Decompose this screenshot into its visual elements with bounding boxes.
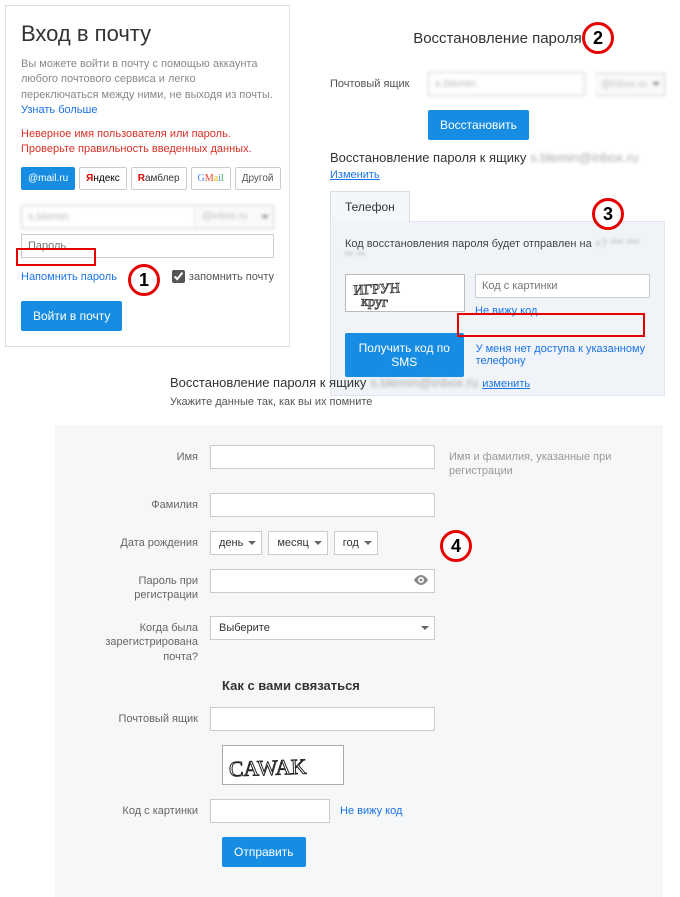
reg-pw-input[interactable] [210,569,435,593]
eye-icon[interactable] [413,574,429,588]
reg-when-label: Когда была зарегистрирована почта? [75,616,210,664]
form-head: Восстановление пароля к ящику s.blemin@i… [170,375,650,408]
recovery-form: Имя Имя и фамилия, указанные при регистр… [55,425,663,897]
surname-label: Фамилия [75,493,210,512]
recover-phone-info: Код восстановления пароля будет отправле… [345,238,650,262]
recover-mailbox-row: Почтовый ящик s.blemin @inbox.ru [330,72,665,96]
code-input[interactable] [210,799,330,823]
dob-day-text: день [219,537,243,549]
provider-gmail-button[interactable]: GMailGMail [191,167,231,190]
recover-phone-title-prefix: Восстановление пароля к ящику [330,150,526,165]
code-label: Код с картинки [75,799,210,818]
annotation-step-1: 1 [128,264,160,296]
contact-section-header: Как с вами связаться [222,678,643,693]
svg-text:круг: круг [361,294,388,311]
remember-mail-check[interactable] [172,270,185,283]
recover-phone-info-pre: Код восстановления пароля будет отправле… [345,238,595,250]
tab-phone-body: Код восстановления пароля будет отправле… [330,221,665,396]
annotation-step-4: 4 [440,530,472,562]
reg-pw-label: Пароль при регистрации [75,569,210,603]
captcha-image-2: CAWAK [222,745,344,785]
annotation-step-2-num: 2 [593,28,603,49]
dob-month-select[interactable]: месяц [268,531,327,555]
provider-yandex-button[interactable]: ЯЯндексндекс [79,167,127,190]
dob-year-select[interactable]: год [334,531,378,555]
login-error: Неверное имя пользователя или пароль. Пр… [21,127,274,158]
recover-phone-mailbox: s.blemin@inbox.ru [530,150,638,165]
contact-mail-input[interactable] [210,707,435,731]
recover-user-input[interactable]: s.blemin [428,72,585,96]
login-intro: Вы можете войти в почту с помощью аккаун… [21,57,274,119]
caret-icon [248,541,256,549]
captcha-image: ИГРУН круг [345,274,465,312]
recover-phone-panel: Восстановление пароля к ящику s.blemin@i… [330,150,665,396]
get-sms-code-button[interactable]: Получить код по SMS [345,333,464,377]
dob-month-text: месяц [277,537,308,549]
dob-label: Дата рождения [75,531,210,550]
form-submit-button[interactable]: Отправить [222,837,306,867]
tab-phone[interactable]: Телефон [330,191,410,222]
login-user-input[interactable]: s.blemin [21,205,196,229]
login-learn-more-link[interactable]: Узнать больше [21,104,97,116]
name-label: Имя [75,445,210,464]
form-title: Восстановление пароля к ящику s.blemin@i… [170,375,650,390]
provider-row: @mail.ru ЯЯндексндекс RамблерРамблер GMa… [21,167,274,190]
name-input[interactable] [210,445,435,469]
reg-when-text: Выберите [219,622,270,634]
caret-icon [421,626,429,634]
recover-mailbox-label: Почтовый ящик [330,78,418,90]
recover-title: Восстановление пароля [330,30,665,47]
dob-day-select[interactable]: день [210,531,262,555]
dob-year-text: год [343,537,359,549]
caret-icon [314,541,322,549]
recover-panel: Восстановление пароля Почтовый ящик s.bl… [330,30,665,140]
annotation-step-1-num: 1 [139,270,149,291]
annotation-step-3-num: 3 [603,204,613,225]
recover-submit-button[interactable]: Восстановить [428,110,529,140]
remind-password-link[interactable]: Напомнить пароль [21,271,117,283]
provider-rambler-button[interactable]: RамблерРамблер [131,167,187,190]
login-title: Вход в почту [21,21,274,47]
annotation-step-2: 2 [582,22,614,54]
remember-mail-label: запомнить почту [189,271,274,283]
no-phone-access-link[interactable]: У меня нет доступа к указанному телефону [476,343,650,367]
login-intro-text: Вы можете войти в почту с помощью аккаун… [21,58,273,101]
form-change-link[interactable]: изменить [482,378,530,390]
captcha-row: ИГРУН круг Не вижу код [345,274,650,317]
surname-input[interactable] [210,493,435,517]
annotation-step-4-num: 4 [451,536,461,557]
remember-mail-checkbox[interactable]: запомнить почту [172,270,274,283]
annotation-redbox-remind [16,248,96,266]
svg-text:CAWAK: CAWAK [229,755,308,782]
login-domain-select[interactable]: @inbox.ru [196,205,274,229]
login-submit-button[interactable]: Войти в почту [21,301,122,331]
captcha-cant-see-link-2[interactable]: Не вижу код [340,805,402,817]
recover-phone-head: Восстановление пароля к ящику s.blemin@i… [330,150,665,181]
login-card: Вход в почту Вы можете войти в почту с п… [5,5,290,347]
form-title-prefix: Восстановление пароля к ящику [170,375,366,390]
form-subtitle: Укажите данные так, как вы их помните [170,396,650,408]
caret-icon [364,541,372,549]
recover-phone-change-link[interactable]: Изменить [330,169,380,181]
captcha-input[interactable] [475,274,650,298]
recover-domain-select[interactable]: @inbox.ru [595,73,665,96]
login-user-row: s.blemin @inbox.ru [21,205,274,229]
reg-when-select[interactable]: Выберите [210,616,435,640]
contact-mail-label: Почтовый ящик [75,707,210,726]
annotation-redbox-noaccess [457,313,645,337]
name-hint: Имя и фамилия, указанные при регистрации [435,445,643,479]
annotation-step-3: 3 [592,198,624,230]
provider-mailru-button[interactable]: @mail.ru [21,167,75,190]
provider-other-button[interactable]: Другой [235,167,281,190]
form-title-mailbox: s.blemin@inbox.ru [370,375,478,390]
